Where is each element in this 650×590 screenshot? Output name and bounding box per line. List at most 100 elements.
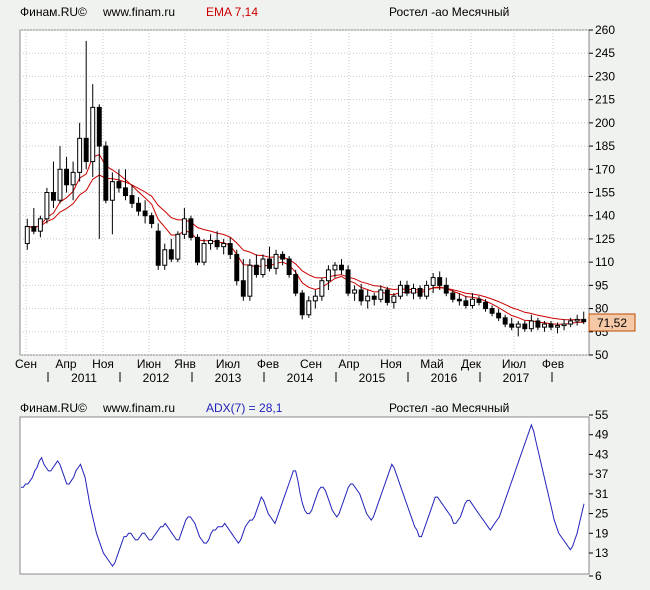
adx-y-axis-ticks: 55 49 43 37 31 25 19 13 6 [589, 408, 609, 583]
adx-indicator: ADX(7) = 28,1 [206, 401, 283, 415]
adx-brand: Финам.RU© [20, 401, 87, 415]
candle-body-down [456, 298, 462, 302]
y-tick-label: 245 [595, 46, 615, 60]
candle-body-up [44, 192, 50, 220]
candle-body-up [306, 300, 312, 316]
candle-body-up [568, 320, 574, 325]
main-indicator: EMA 7,14 [206, 5, 258, 19]
adx-y-tick-label: 19 [595, 526, 609, 540]
candle-body-up [77, 137, 83, 173]
candle-body-up [515, 323, 521, 328]
y-tick-label: 260 [595, 23, 615, 37]
candle-body-down [502, 317, 508, 325]
candle-body-down [489, 308, 495, 314]
candle-body-up [201, 243, 207, 263]
main-chart: Финам.RU© www.finam.ru EMA 7,14 Ростел -… [15, 5, 636, 385]
candle-body-down [142, 210, 148, 217]
candle-body-down [581, 318, 587, 323]
x-month-label: Дек [461, 357, 482, 371]
candle-body-down [443, 284, 449, 294]
candle-body-up [57, 168, 63, 201]
candle-body-up [181, 218, 187, 235]
last-price-text: 71,52 [597, 316, 627, 330]
x-year-label: 2013 [215, 371, 242, 385]
candle-body-up [469, 298, 475, 306]
candle-body-up [555, 325, 561, 328]
candle-body-up [352, 289, 358, 294]
main-instrument: Ростел -ао Месячный [389, 5, 509, 19]
x-month-label: Фев [257, 357, 279, 371]
adx-chart: Финам.RU© www.finam.ru ADX(7) = 28,1 Рос… [19, 401, 609, 583]
y-tick-label: 170 [595, 162, 615, 176]
x-month-label: Июн [137, 357, 161, 371]
candle-body-down [234, 253, 240, 282]
x-month-label: Апр [338, 357, 360, 371]
candle [286, 255, 292, 278]
candle-body-down [522, 323, 528, 330]
candle-body-up [528, 320, 534, 330]
candle-body-up [325, 269, 331, 282]
candle-body-down [339, 264, 344, 271]
last-price-badge: 71,52 [588, 313, 636, 332]
candle-body-up [411, 287, 416, 294]
candle-body-up [162, 249, 168, 266]
candle-body-down [371, 295, 377, 300]
candle-body-down [450, 292, 456, 300]
candle-body-up [175, 233, 181, 260]
candle-body-down [463, 300, 469, 306]
candle-body-down [50, 192, 56, 201]
y-tick-label: 215 [595, 93, 615, 107]
candle-body-down [31, 226, 37, 232]
candle-body-down [123, 187, 128, 197]
candle-body-down [155, 230, 161, 266]
candle-body-down [240, 280, 246, 297]
candle-body-down [476, 298, 482, 303]
candle-body-up [397, 284, 403, 297]
candle-body-down [253, 264, 259, 276]
x-month-label: Сен [300, 357, 322, 371]
candle-body-up [391, 295, 397, 303]
candle [345, 265, 351, 297]
candle [247, 259, 253, 301]
y-tick-label: 95 [595, 278, 609, 292]
candle-body-down [286, 258, 292, 276]
candle-body-up [378, 289, 384, 300]
y-tick-label: 185 [595, 139, 615, 153]
y-tick-label: 110 [595, 255, 614, 269]
adx-y-tick-label: 25 [595, 507, 609, 521]
adx-site: www.finam.ru [102, 401, 175, 415]
candle-body-up [574, 318, 580, 322]
x-month-label: Ноя [380, 357, 402, 371]
candle-body-up [37, 218, 43, 232]
candle-body-up [260, 258, 266, 276]
candle-body-up [247, 264, 253, 297]
candle-body-down [83, 137, 89, 163]
candle-body-down [64, 168, 70, 186]
candle-body-down [417, 287, 423, 297]
candle-body-down [496, 312, 502, 319]
candle-body-down [535, 320, 541, 328]
x-month-label: Фев [542, 357, 564, 371]
adx-plot-area [19, 416, 590, 575]
candle-body-up [561, 323, 567, 327]
candle-body-down [384, 289, 390, 303]
candle-body-down [280, 253, 286, 260]
candle-body-down [214, 239, 220, 248]
candle-body-down [483, 301, 488, 310]
candle [195, 234, 200, 266]
candle-body-down [195, 236, 200, 263]
candle-body-down [168, 249, 174, 260]
y-tick-label: 155 [595, 186, 615, 200]
x-month-label: Май [420, 357, 444, 371]
candle-body-down [358, 289, 364, 302]
candle-body-down [96, 106, 102, 147]
candle-body-up [208, 239, 214, 245]
candle [299, 290, 305, 320]
candle-body-down [149, 215, 155, 224]
y-tick-label: 50 [595, 348, 609, 362]
candle-body-up [541, 323, 547, 328]
adx-y-tick-label: 6 [595, 569, 602, 583]
y-tick-label: 230 [595, 69, 615, 83]
y-axis-ticks: 2602452302152001851701551401251109580655… [589, 23, 615, 362]
candle-body-up [273, 253, 279, 269]
